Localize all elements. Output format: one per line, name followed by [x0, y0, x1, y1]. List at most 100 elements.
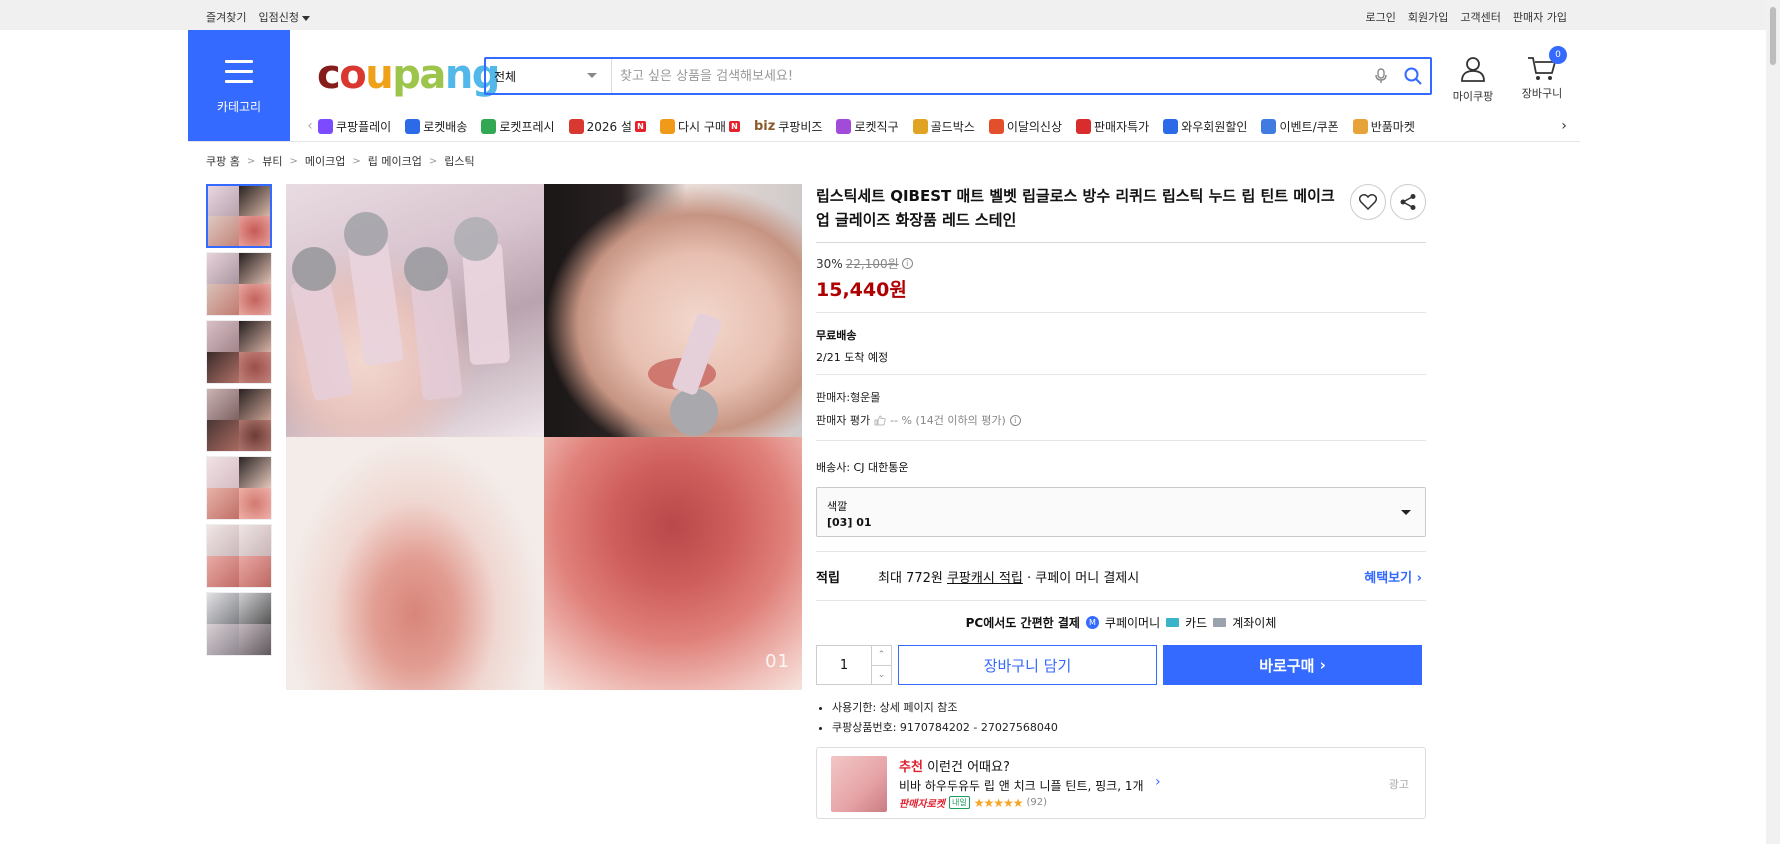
logo-letter: u [365, 52, 393, 98]
coupang-logo[interactable]: coupang [317, 52, 500, 98]
customer-center-link[interactable]: 고객센터 [1460, 9, 1500, 25]
logo-letter: o [339, 52, 366, 98]
nav-item-icon [988, 118, 1004, 134]
seller-name[interactable]: 판매자:형운몰 [816, 389, 1426, 405]
nav-item-label: 이달의신상 [1006, 119, 1063, 134]
category-menu-button[interactable]: 카테고리 [188, 30, 290, 142]
nav-item[interactable]: 이벤트/쿠폰 [1261, 118, 1339, 135]
buy-now-label: 바로구매 [1259, 656, 1315, 675]
nav-item-label: 2026 설 [586, 119, 632, 134]
quantity-decrease-button[interactable]: ⌄ [872, 666, 891, 685]
biz-logo: biz [753, 118, 776, 134]
my-coupang-button[interactable]: 마이쿠팡 [1448, 55, 1498, 104]
wishlist-button[interactable] [1350, 184, 1386, 220]
share-button[interactable] [1390, 184, 1426, 220]
seller-rating-value: -- % (14건 이하의 평가) [890, 414, 1006, 427]
sale-price: 15,440원 [816, 279, 907, 301]
breadcrumb-item[interactable]: 뷰티 [262, 153, 282, 169]
nav-item[interactable]: 로켓배송 [405, 118, 467, 135]
original-price: 22,100원 [845, 257, 899, 271]
breadcrumb-item[interactable]: 쿠팡 홈 [206, 153, 240, 169]
product-thumbnail[interactable] [206, 592, 272, 656]
chevron-right-icon: > [289, 155, 298, 167]
nav-item[interactable]: 반품마켓 [1352, 118, 1415, 135]
cart-label: 장바구니 [1521, 87, 1563, 100]
breadcrumb-item[interactable]: 메이크업 [305, 153, 345, 169]
nav-item-label: 쿠팡비즈 [778, 119, 823, 134]
nav-item[interactable]: 로켓직구 [836, 118, 899, 135]
nav-item-icon [481, 118, 497, 134]
thumbnail-list [206, 184, 272, 660]
nav-item[interactable]: 판매자특가 [1076, 118, 1149, 135]
bookmark-link[interactable]: 즐겨찾기 [206, 9, 246, 25]
info-icon[interactable]: i [901, 258, 913, 269]
vendor-apply-link[interactable]: 입점신청 [258, 9, 310, 25]
nav-item[interactable]: 쿠팡플레이 [318, 118, 391, 135]
chevron-right-icon: › [1319, 656, 1326, 674]
mic-icon[interactable] [1366, 61, 1396, 91]
chevron-right-icon[interactable]: › [1556, 118, 1572, 134]
discount-rate: 30% [816, 256, 843, 271]
nav-item[interactable]: biz 쿠팡비즈 [754, 118, 823, 135]
page-scrollbar[interactable] [1766, 0, 1780, 844]
nav-item-label: 이벤트/쿠폰 [1279, 119, 1339, 134]
nav-item[interactable]: 다시 구매 N [659, 118, 740, 135]
breadcrumb-item[interactable]: 립 메이크업 [368, 153, 422, 169]
chevron-right-icon: > [246, 155, 256, 167]
chevron-left-icon[interactable]: ‹ [302, 118, 318, 134]
quantity-increase-button[interactable]: ⌃ [872, 646, 891, 666]
quantity-stepper: 1 ⌃ ⌄ [816, 645, 892, 685]
product-thumbnail[interactable] [206, 320, 272, 384]
add-to-cart-button[interactable]: 장바구니 담기 [898, 645, 1157, 685]
breadcrumb-item[interactable]: 립스틱 [444, 153, 474, 169]
product-thumbnail[interactable] [206, 388, 272, 452]
category-nav-items: 쿠팡플레이 로켓배송 로켓프레시 2026 설 N 다시 구매 N biz 쿠팡비즈 로켓직구 골드… [318, 118, 1556, 135]
reward-amount: 최대 772원 [878, 570, 943, 586]
nav-item[interactable]: 로켓프레시 [481, 118, 555, 135]
reward-key: 적립 [816, 570, 840, 586]
seller-signup-link[interactable]: 판매자 가입 [1513, 9, 1567, 25]
hamburger-icon [225, 60, 253, 83]
nav-item[interactable]: 2026 설N [568, 118, 646, 135]
product-main-image[interactable]: 01 [286, 184, 802, 690]
reward-condition: · 쿠페이 머니 결제시 [1027, 570, 1140, 586]
signup-link[interactable]: 회원가입 [1408, 9, 1448, 25]
search-scope-value: 전체 [494, 69, 517, 84]
benefit-link[interactable]: 혜택보기 › [1364, 567, 1422, 586]
nav-item[interactable]: 이달의신상 [988, 118, 1063, 135]
search-icon[interactable] [1396, 61, 1430, 91]
user-icon [1461, 57, 1485, 82]
product-thumbnail[interactable] [206, 252, 272, 316]
recommendation-card[interactable]: 추천 이런건 어때요? 비바 하우두유두 립 앤 치크 니플 틴트, 핑크, 1… [816, 747, 1426, 819]
nav-item-icon [1261, 118, 1277, 134]
coupay-money-icon: M [1085, 615, 1099, 629]
nav-item-icon [1076, 118, 1092, 134]
color-option-select[interactable]: 색깔 [03] 01 [816, 487, 1426, 537]
recommended-product-image[interactable] [831, 756, 887, 812]
search-input[interactable] [612, 68, 1366, 84]
top-utility-bar: 즐겨찾기 입점신청 로그인 회원가입 고객센터 판매자 가입 [0, 0, 1780, 30]
login-link[interactable]: 로그인 [1366, 9, 1396, 25]
logo-letter: c [317, 52, 341, 98]
info-icon[interactable]: i [1009, 414, 1021, 426]
nav-item[interactable]: 골드박스 [912, 118, 975, 135]
chevron-right-icon: › [1416, 570, 1422, 586]
recommended-product-name[interactable]: 비바 하우두유두 립 앤 치크 니플 틴트, 핑크, 1개 [899, 777, 1144, 794]
payment-methods: PC에서도 간편한 결제 M 쿠페이머니 카드 계좌이체 [816, 601, 1426, 643]
quantity-input[interactable]: 1 [817, 646, 871, 684]
product-thumbnail[interactable] [206, 456, 272, 520]
cart-button[interactable]: 0 장바구니 [1515, 46, 1569, 101]
rating-stars: ★★★★★ [973, 795, 1024, 810]
buy-now-button[interactable]: 바로구매 › [1163, 645, 1422, 685]
thumbs-up-icon [874, 414, 886, 425]
seller-rating-label: 판매자 평가 [816, 414, 871, 427]
chevron-right-icon[interactable]: › [1155, 774, 1161, 790]
seller-rocket-badge: 판매자로켓 [899, 799, 945, 810]
nav-item[interactable]: 와우회원할인 [1163, 118, 1247, 135]
product-thumbnail[interactable] [206, 524, 272, 588]
search-scope-select[interactable]: 전체 [486, 59, 612, 93]
carrier-info: 배송사: CJ 대한통운 [816, 461, 909, 474]
product-thumbnail[interactable] [206, 184, 272, 248]
coupang-cash-link[interactable]: 쿠팡캐시 적립 [947, 567, 1023, 586]
scrollbar-thumb[interactable] [1769, 6, 1777, 66]
